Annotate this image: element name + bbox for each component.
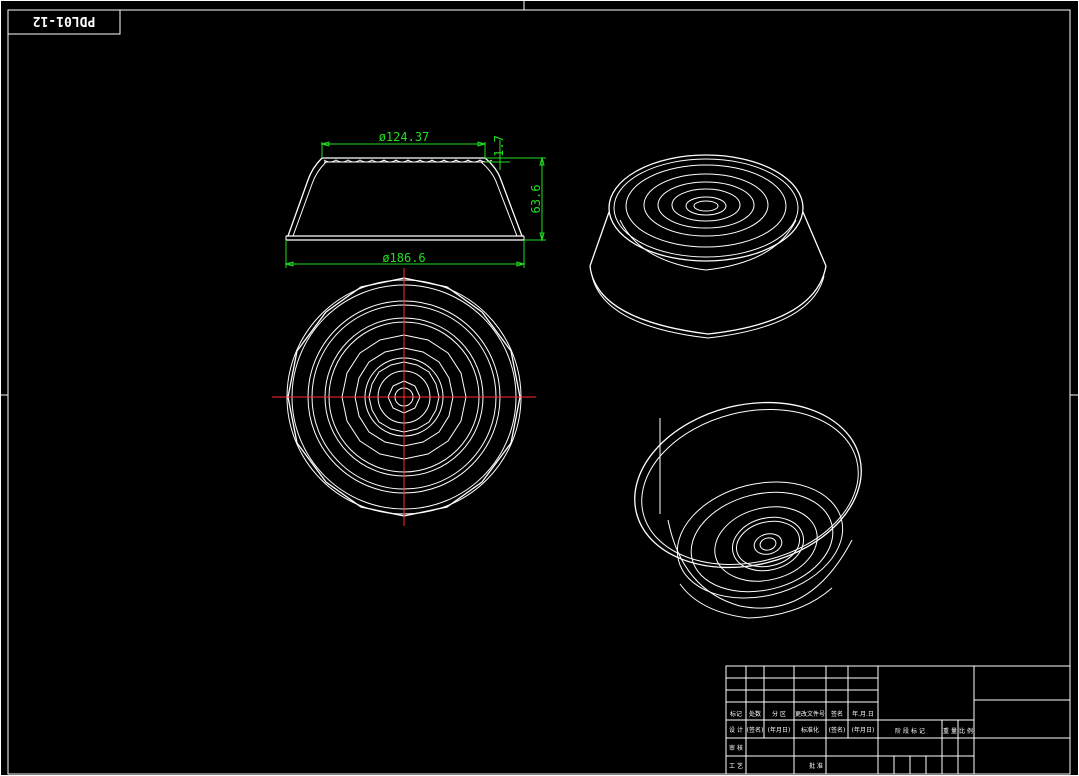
tb-weight-label: 重 量 (943, 727, 957, 735)
tb-count-label: 处数 (749, 710, 761, 718)
tb-design-date: (年月日) (768, 726, 791, 734)
title-block: 标记 处数 分 区 更改文件号 签名 年.月.日 设 计 (签名) (年月日) … (725, 665, 1071, 775)
tb-sign-label: 签名 (831, 710, 843, 718)
dim-height-text: 63.6 (529, 185, 543, 214)
tb-standard-label: 标准化 (801, 726, 819, 734)
tb-design-label: 设 计 (729, 726, 743, 734)
cad-drawing-canvas: PDL01-12 ø124.37 1.7 63.6 ø186.6 标记 处数 分… (0, 0, 1079, 776)
drawing-frame (7, 9, 1071, 775)
dim-bottom-diameter-text: ø186.6 (382, 251, 425, 265)
iso-view-upright (589, 154, 827, 339)
tb-date-label: 年.月.日 (852, 710, 874, 718)
dim-rim-thickness-text: 1.7 (492, 135, 506, 157)
tb-scale-label: 比 例 (959, 727, 973, 735)
tb-design-sign: (签名) (747, 726, 764, 734)
dimension-top-diameter: ø124.37 (320, 130, 487, 158)
front-view (285, 157, 525, 241)
drawing-code: PDL01-12 (33, 13, 96, 28)
dim-top-diameter-text: ø124.37 (379, 130, 430, 144)
top-view (272, 268, 536, 526)
tb-zone-label: 分 区 (772, 710, 786, 718)
tb-approve-label: 批 准 (809, 762, 823, 770)
dimension-bottom-diameter: ø186.6 (284, 240, 526, 268)
tb-standard-date: (年月日) (852, 726, 875, 734)
tb-stage-label: 阶 段 标 记 (895, 727, 925, 735)
dimension-rim-thickness: 1.7 (485, 135, 510, 170)
drawing-code-box: PDL01-12 (7, 9, 121, 35)
tb-mark-label: 标记 (730, 710, 742, 718)
tb-check-label: 审 核 (729, 744, 743, 752)
sheet-outer-border (0, 0, 1079, 776)
iso-view-inverted (634, 401, 862, 619)
tb-standard-sign: (签名) (829, 726, 846, 734)
tb-change-doc-label: 更改文件号 (795, 710, 825, 718)
tb-process-label: 工 艺 (729, 762, 743, 770)
